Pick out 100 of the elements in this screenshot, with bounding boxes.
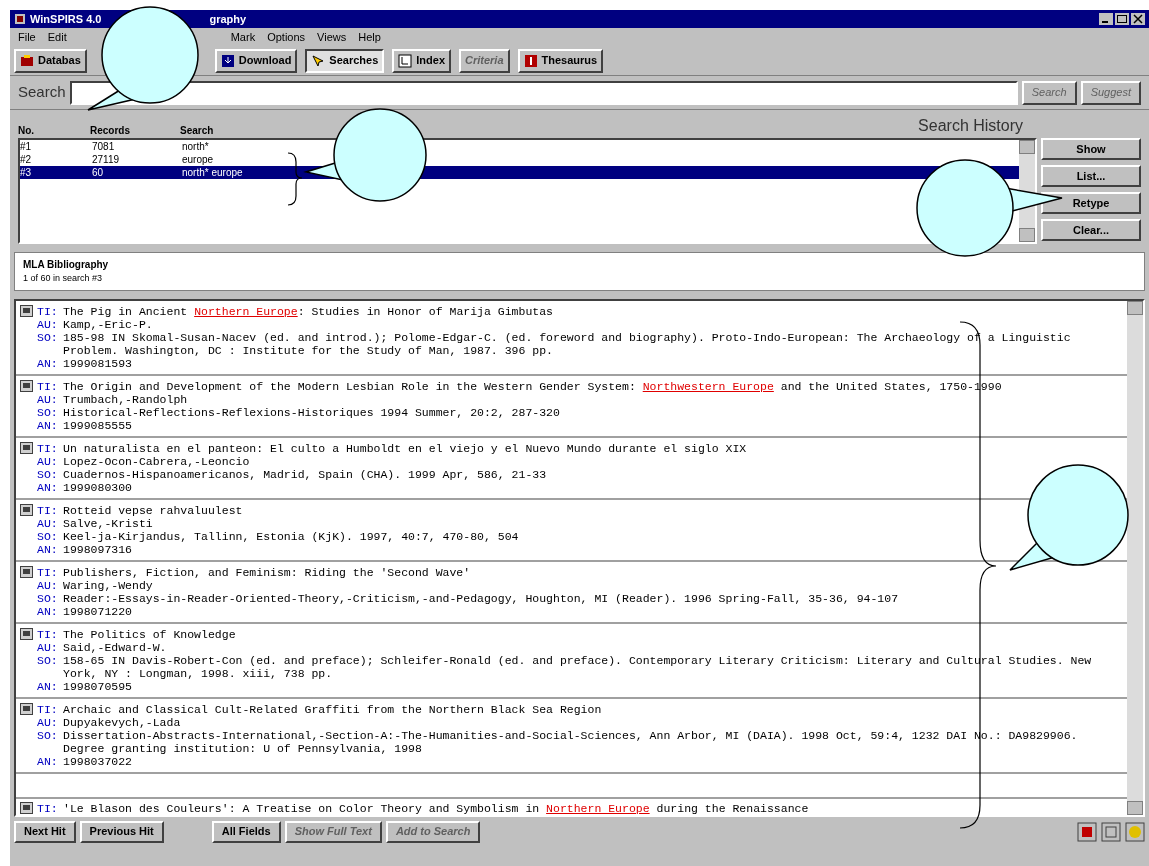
field-label: AU:: [37, 715, 59, 729]
field-value: Publishers, Fiction, and Feminism: Riding the 'Second Wave': [63, 565, 472, 579]
menu-item[interactable]: Views: [317, 28, 347, 46]
field-value: Salve,-Kristi: [63, 516, 154, 530]
field-value: Keel-ja-Kirjandus, Tallinn, Estonia (KjK). 1997, 40:7, 470-80, 504: [63, 529, 520, 543]
toolbar-button[interactable]: Searches: [305, 48, 385, 73]
database-name: MLA Bibliography: [23, 258, 110, 272]
menu-item[interactable]: Options: [267, 28, 306, 46]
field-label: AN:: [37, 418, 59, 432]
field-value: 1998037022: [63, 754, 133, 768]
history-button[interactable]: Show: [1041, 138, 1141, 160]
column-header: No.: [18, 124, 36, 138]
pointer-icon: [311, 53, 326, 68]
field-value: Cuadernos-Hispanoamericanos, Madrid, Spain (CHA). 1999 Apr, 586, 21-33: [63, 467, 548, 481]
field-label: TI:: [37, 441, 59, 455]
bottom-button[interactable]: Previous Hit: [79, 820, 164, 843]
history-button[interactable]: Clear...: [1041, 219, 1141, 241]
curly-brace: [287, 152, 303, 206]
download-icon: [220, 53, 235, 68]
history-row[interactable]: #1 7081 north*: [20, 140, 1019, 153]
field-value: Trumbach,-Randolph: [63, 392, 189, 406]
field-label: AU:: [37, 454, 59, 468]
field-label: AN:: [37, 542, 59, 556]
field-label: TI:: [37, 702, 59, 716]
field-label: AN:: [37, 356, 59, 370]
field-label: AN:: [37, 480, 59, 494]
field-label: SO:: [37, 653, 59, 669]
field-label: SO:: [37, 405, 59, 419]
database-icon: [20, 53, 34, 68]
field-label: TI:: [37, 801, 59, 815]
toolbar-button[interactable]: Index: [392, 48, 452, 73]
field-value: Archaic and Classical Cult-Related Graffiti from the Northern Black Sea Region: [63, 702, 603, 716]
field-label: TI:: [37, 627, 59, 641]
field-label: SO:: [37, 591, 59, 605]
search-label: Search: [18, 82, 66, 103]
field-label: AU:: [37, 317, 59, 331]
field-label: SO:: [37, 529, 59, 543]
history-button[interactable]: List...: [1041, 165, 1141, 187]
field-value: Kamp,-Eric-P.: [63, 317, 154, 331]
menu-item[interactable]: Mark: [230, 28, 256, 46]
field-value: 1998097316: [63, 542, 133, 556]
app-icon: [14, 13, 26, 25]
field-value: Un naturalista en el panteon: El culto a Humboldt en el viejo y el Nuevo Mundo durante el siglo XIX: [63, 441, 748, 455]
field-value: Said,-Edward-W.: [63, 640, 168, 654]
menu-item[interactable]: Edit: [47, 28, 67, 46]
field-value: 1999085555: [63, 418, 133, 432]
field-label: SO:: [37, 467, 59, 481]
field-label: AU:: [37, 392, 59, 406]
field-value: Lopez-Ocon-Cabrera,-Leoncio: [63, 454, 251, 468]
record-icon[interactable]: [20, 627, 33, 640]
field-label: AN:: [37, 679, 59, 693]
field-label: SO:: [37, 330, 59, 346]
field-label: AU:: [37, 578, 59, 592]
field-label: AU:: [37, 516, 59, 530]
window-title: WinSPIRS 4.0: [30, 11, 102, 27]
field-value: The Politics of Knowledge: [63, 627, 237, 641]
scrollbar[interactable]: [1127, 300, 1143, 815]
field-label: AN:: [37, 604, 59, 618]
minimize-icon[interactable]: [1099, 13, 1113, 25]
bottom-button[interactable]: All Fields: [211, 820, 281, 843]
bottom-button[interactable]: Next Hit: [14, 820, 76, 843]
field-value: 'Le Blason des Couleurs': A Treatise on Color Theory and Symbolism in Northern Europe during the Renaissance: [63, 801, 810, 815]
field-label: AU:: [37, 640, 59, 654]
printer-icon[interactable]: [1077, 821, 1097, 842]
field-value: 1998070595: [63, 679, 133, 693]
field-value: Historical-Reflections-Reflexions-Historiques 1994 Summer, 20:2, 287-320: [63, 405, 561, 419]
maximize-icon[interactable]: [1115, 13, 1129, 25]
record-icon[interactable]: [20, 801, 33, 814]
history-row[interactable]: #2 27119 europe: [20, 153, 1019, 166]
record-icon[interactable]: [20, 379, 33, 392]
field-value: 1999080300: [63, 480, 133, 494]
field-label: AN:: [37, 754, 59, 768]
toolbar-button[interactable]: Thesaurus: [517, 48, 604, 73]
record-icon[interactable]: [20, 441, 33, 454]
menu-item[interactable]: File: [18, 28, 36, 46]
field-value: Dupyakevych,-Lada: [63, 715, 182, 729]
panel-title: Search History: [918, 116, 1023, 136]
record-icon[interactable]: [20, 565, 33, 578]
column-header: Search: [180, 124, 214, 138]
record-icon[interactable]: [20, 304, 33, 317]
close-icon[interactable]: [1131, 13, 1145, 25]
hit-status: 1 of 60 in search #3: [23, 272, 104, 285]
field-value: 1999081593: [63, 356, 133, 370]
field-label: TI:: [37, 565, 59, 579]
field-label: SO:: [37, 728, 59, 744]
field-value: Waring,-Wendy: [63, 578, 154, 592]
field-value: Reader:-Essays-in-Reader-Oriented-Theory,-Criticism,-and-Pedagogy, Houghton, MI (Reader). 1996 Spring-Fall, 35-36, 94-107: [63, 591, 900, 605]
column-header: Records: [90, 124, 131, 138]
toolbar-button[interactable]: Download: [214, 48, 298, 73]
toolbar-button[interactable]: Databas: [14, 48, 87, 73]
record-icon[interactable]: [20, 702, 33, 715]
field-value: The Pig in Ancient Northern Europe: Studies in Honor of Marija Gimbutas: [63, 304, 554, 318]
field-label: TI:: [37, 503, 59, 517]
window-title: graphy: [209, 11, 247, 27]
menu-item[interactable]: Help: [358, 28, 381, 46]
history-button[interactable]: Retype: [1041, 192, 1141, 214]
search-field[interactable]: [69, 80, 1018, 105]
field-label: TI:: [37, 304, 59, 318]
record-icon[interactable]: [20, 503, 33, 516]
index-icon: [398, 53, 413, 68]
